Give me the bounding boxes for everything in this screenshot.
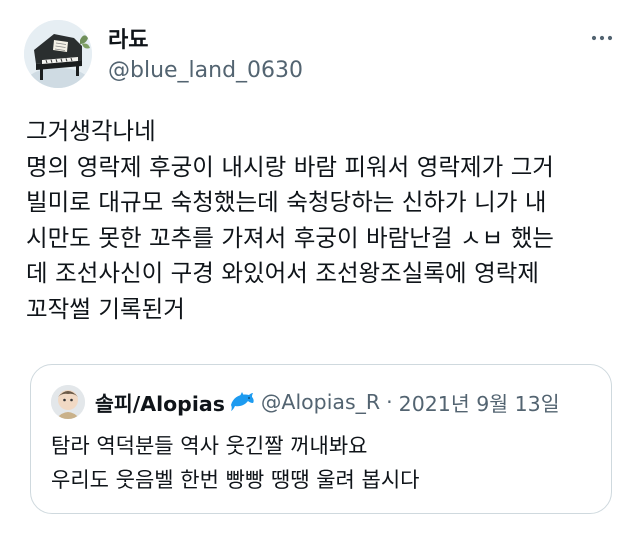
piano-avatar-image bbox=[24, 20, 92, 88]
tweet-text: 그거생각나네 명의 영락제 후궁이 내시랑 바람 피워서 영락제가 그거 빌미로… bbox=[26, 114, 626, 327]
separator-dot: · bbox=[386, 390, 393, 414]
more-horizontal-icon bbox=[591, 35, 613, 41]
quoted-display-name[interactable]: 솔피/Alopias bbox=[95, 387, 225, 417]
tweet-text-line: 명의 영락제 후궁이 내시랑 바람 피워서 영락제가 그거 bbox=[26, 152, 554, 181]
tweet-text-line: 그거생각나네 bbox=[26, 117, 156, 145]
tweet-text-line: 데 조선사신이 구경 와있어서 조선왕조실록에 영락제 bbox=[26, 259, 539, 287]
quoted-text-line: 우리도 웃음벨 한번 빵빵 땡땡 울려 봅시다 bbox=[51, 468, 420, 492]
quoted-text-line: 탐라 역덕분들 역사 웃긴짤 꺼내봐요 bbox=[51, 434, 368, 458]
quoted-tweet-text: 탐라 역덕분들 역사 웃긴짤 꺼내봐요 우리도 웃음벨 한번 빵빵 땡땡 울려 … bbox=[51, 429, 601, 497]
quoted-tweet-card[interactable]: 솔피/Alopias @Alopias_R · 2021년 9월 13일 탐라 … bbox=[30, 364, 612, 514]
author-avatar[interactable] bbox=[24, 20, 92, 88]
quoted-author-avatar[interactable] bbox=[51, 385, 85, 419]
author-display-name[interactable]: 라됴 bbox=[108, 22, 148, 54]
quoted-avatar-image bbox=[51, 385, 85, 419]
author-handle[interactable]: @blue_land_0630 bbox=[108, 58, 303, 83]
quoted-tweet-header: 솔피/Alopias @Alopias_R · 2021년 9월 13일 bbox=[95, 387, 597, 417]
quoted-handle[interactable]: @Alopias_R bbox=[261, 390, 380, 414]
tweet-text-line: 시만도 못한 꼬추를 가져서 후궁이 바람난걸 ㅅㅂ 했는 bbox=[26, 223, 554, 252]
quoted-date[interactable]: 2021년 9월 13일 bbox=[399, 387, 560, 417]
tweet-text-line: 빌미로 대규모 숙청했는데 숙청당하는 신하가 니가 내 bbox=[26, 188, 547, 216]
more-options-button[interactable] bbox=[586, 22, 618, 54]
dolphin-icon bbox=[229, 391, 255, 413]
tweet-text-line: 꼬작썰 기록된거 bbox=[26, 294, 185, 323]
